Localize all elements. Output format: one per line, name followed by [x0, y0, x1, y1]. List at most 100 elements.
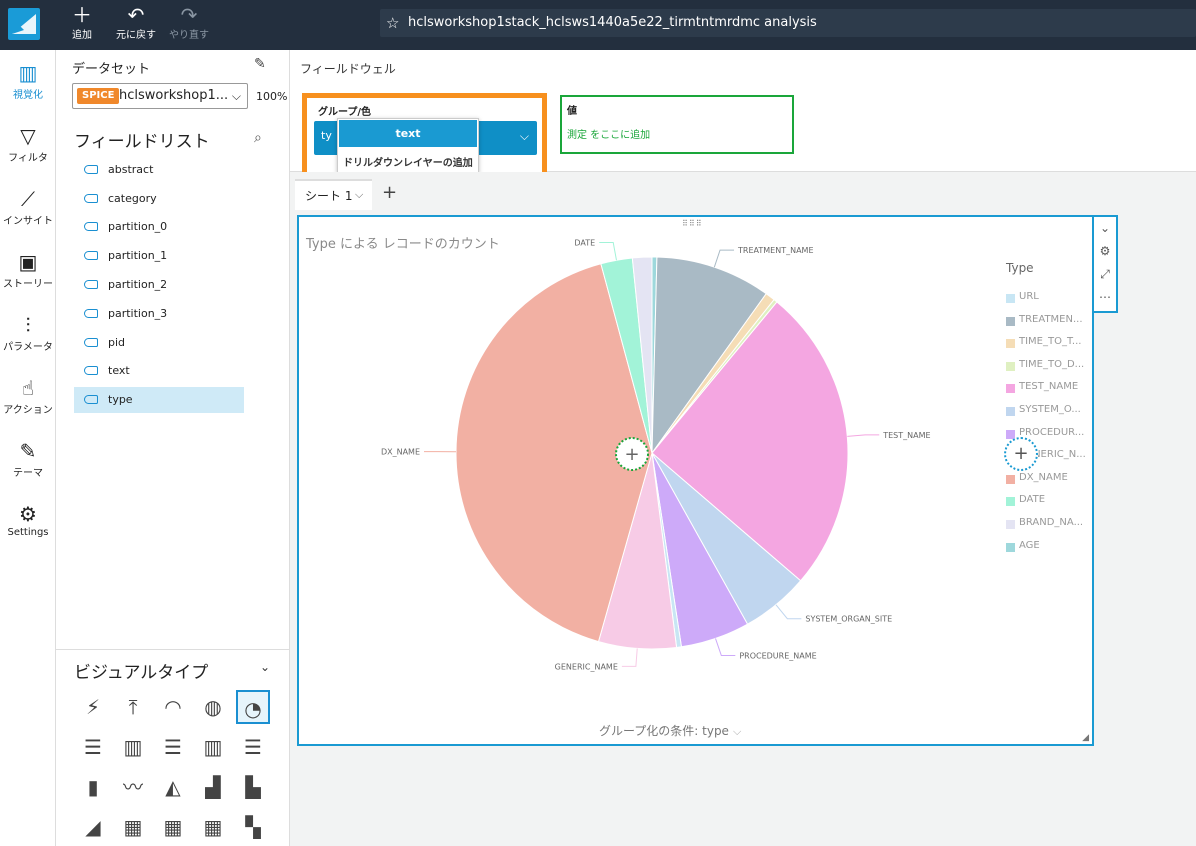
nav-parameters[interactable]: ⫶ パラメータ — [0, 312, 56, 353]
heatmap-icon[interactable]: ▦ — [196, 810, 230, 844]
field-item-partition-1[interactable]: partition_1 — [74, 243, 244, 269]
undo-button[interactable]: ↶ 元に戻す — [110, 4, 162, 41]
drag-text-field[interactable]: text — [339, 120, 477, 147]
legend-item[interactable]: TREATMEN... — [1006, 314, 1088, 328]
field-item-partition-2[interactable]: partition_2 — [74, 272, 244, 298]
nav-settings-label: Settings — [7, 527, 49, 538]
add-sheet-button[interactable]: + — [382, 182, 397, 203]
nav-themes[interactable]: ✎ テーマ — [0, 438, 56, 479]
field-item-partition-3[interactable]: partition_3 — [74, 301, 244, 327]
donut-icon[interactable]: ◍ — [196, 690, 230, 724]
value-well[interactable]: 値 測定 をここに追加 — [560, 95, 794, 154]
field-wells-label[interactable]: フィールドウェル — [300, 60, 396, 77]
dimension-tag-icon — [84, 309, 98, 318]
kpi-icon[interactable]: ⤒ — [116, 690, 150, 724]
field-item-type[interactable]: type — [74, 387, 244, 413]
combo-clustered-icon[interactable]: ▙ — [236, 770, 270, 804]
collapse-icon[interactable]: ⌄ — [1094, 217, 1116, 240]
dataset-title: データセット — [72, 62, 151, 77]
data-panel: データセット ✎ SPICE hclsworkshop1... ⌵ 100% フ… — [56, 50, 290, 846]
field-label: partition_3 — [108, 307, 168, 320]
legend-item[interactable]: TEST_NAME — [1006, 381, 1088, 395]
pie-add-field-target[interactable]: + — [615, 437, 649, 471]
slice-leader-line — [775, 604, 802, 620]
analysis-title: hclsworkshop1stack_hclsws1440a5e22_tirmt… — [408, 15, 817, 30]
legend-item[interactable]: SYSTEM_O... — [1006, 404, 1088, 418]
legend-label: PROCEDUR... — [1019, 426, 1085, 438]
quicksight-logo[interactable] — [8, 8, 40, 40]
legend-swatch — [1006, 316, 1015, 326]
field-item-pid[interactable]: pid — [74, 330, 244, 356]
gear-icon[interactable]: ⚙ — [1094, 240, 1116, 263]
nav-filter-label: フィルタ — [8, 153, 48, 164]
field-item-category[interactable]: category — [74, 186, 244, 212]
legend-item[interactable]: TIME_TO_D... — [1006, 359, 1088, 373]
legend-item[interactable]: TIME_TO_T... — [1006, 336, 1088, 350]
treemap-icon[interactable]: ▚ — [236, 810, 270, 844]
vbar-stacked-icon[interactable]: ▥ — [196, 730, 230, 764]
chevron-down-icon[interactable]: ⌵ — [520, 129, 529, 144]
legend-item[interactable]: DX_NAME — [1006, 472, 1088, 486]
autograph-icon[interactable]: ⚡ — [76, 690, 110, 724]
line-icon[interactable]: 〰 — [116, 770, 150, 804]
nav-stories[interactable]: ▣ ストーリー — [0, 249, 56, 290]
field-label: category — [108, 192, 157, 205]
nav-filter[interactable]: ▽ フィルタ — [0, 123, 56, 164]
actions-icon: ☝ — [21, 376, 35, 400]
chevron-down-icon[interactable]: ⌵ — [355, 188, 363, 202]
more-icon[interactable]: ⋯ — [1094, 286, 1116, 309]
analysis-title-field[interactable]: ☆ hclsworkshop1stack_hclsws1440a5e22_tir… — [380, 9, 1196, 37]
area-icon[interactable]: ◭ — [156, 770, 190, 804]
legend-label: DATE — [1019, 494, 1046, 506]
legend-item[interactable]: DATE — [1006, 494, 1088, 508]
nav-visualize[interactable]: ▥ 視覚化 — [0, 60, 56, 101]
divider — [56, 649, 289, 650]
dimension-tag-icon — [84, 251, 98, 260]
add-drilldown-layer[interactable]: ドリルダウンレイヤーの追加 — [343, 154, 473, 169]
field-item-text[interactable]: text — [74, 358, 244, 384]
pivot-icon[interactable]: ▦ — [116, 810, 150, 844]
vbar-100-icon[interactable]: ▮ — [76, 770, 110, 804]
add-button[interactable]: ＋ 追加 — [66, 4, 98, 41]
legend-label: TIME_TO_T... — [1019, 336, 1082, 348]
search-icon[interactable]: ⌕ — [254, 130, 262, 146]
hbar-icon[interactable]: ☰ — [76, 730, 110, 764]
pie-icon[interactable]: ◔ — [236, 690, 270, 724]
dataset-select[interactable]: SPICE hclsworkshop1... ⌵ — [72, 83, 248, 109]
legend-label: DX_NAME — [1019, 471, 1068, 483]
resize-handle[interactable]: ◢ — [1082, 733, 1089, 743]
group-color-well[interactable]: グループ/色 ty ⌵ text ドリルダウンレイヤーの追加 — [302, 93, 547, 182]
expand-icon[interactable]: ⤢ — [1094, 263, 1116, 286]
nav-stories-label: ストーリー — [3, 279, 53, 290]
legend-item[interactable]: AGE — [1006, 540, 1088, 554]
table-icon[interactable]: ▦ — [156, 810, 190, 844]
nav-actions[interactable]: ☝ アクション — [0, 375, 56, 416]
group-by-control[interactable]: グループ化の条件: type ⌵ — [599, 722, 741, 739]
nav-visualize-label: 視覚化 — [13, 90, 43, 101]
hbar-100-icon[interactable]: ☰ — [236, 730, 270, 764]
spice-percent: 100% — [256, 90, 288, 103]
chevron-down-icon: ⌵ — [231, 89, 241, 103]
legend-add-field-target[interactable]: + — [1004, 437, 1038, 471]
hbar-stacked-icon[interactable]: ☰ — [156, 730, 190, 764]
gauge-icon[interactable]: ◠ — [156, 690, 190, 724]
legend-item[interactable]: BRAND_NA... — [1006, 517, 1088, 531]
legend-item[interactable]: URL — [1006, 291, 1088, 305]
pie-chart[interactable]: TREATMENT_NAME TEST_NAME SYSTEM_ORGAN_SITE… — [299, 217, 1092, 744]
vbar-icon[interactable]: ▥ — [116, 730, 150, 764]
value-well-hint: 測定 をここに追加 — [567, 130, 651, 141]
slice-leader-line — [599, 242, 617, 261]
area-line-icon[interactable]: ◢ — [76, 810, 110, 844]
nav-settings[interactable]: ⚙ Settings — [0, 501, 56, 538]
nav-insights[interactable]: ⟋ インサイト — [0, 186, 56, 227]
field-item-abstract[interactable]: abstract — [74, 157, 244, 183]
chevron-down-icon[interactable]: ⌄ — [260, 660, 270, 674]
star-icon[interactable]: ☆ — [386, 9, 399, 37]
combo-bar-line-icon[interactable]: ▟ — [196, 770, 230, 804]
tab-sheet-1[interactable]: シート 1 ⌵ — [295, 179, 372, 210]
pie-chart-visual[interactable]: ⠿⠿⠿ Type による レコードのカウント TREATMENT_NAME TES… — [297, 215, 1094, 746]
dimension-tag-icon — [84, 280, 98, 289]
redo-button[interactable]: ↷ やり直す — [164, 4, 214, 41]
field-item-partition-0[interactable]: partition_0 — [74, 214, 244, 240]
pencil-icon[interactable]: ✎ — [254, 56, 266, 72]
